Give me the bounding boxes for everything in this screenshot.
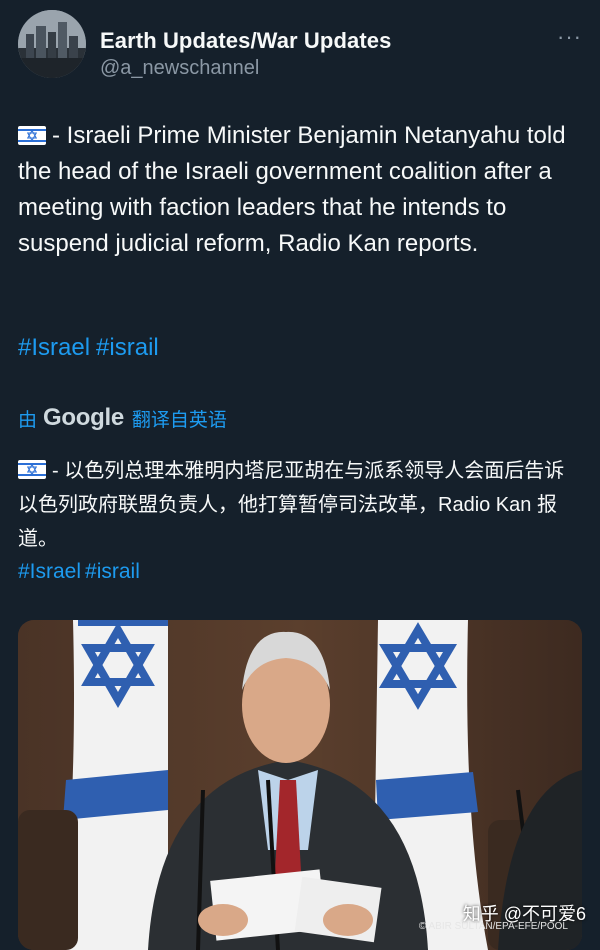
tweet-header: Earth Updates/War Updates @a_newschannel… [18, 10, 582, 82]
google-wordmark: Google [43, 404, 124, 431]
tweet-text: - Israeli Prime Minister Benjamin Netany… [18, 118, 584, 262]
star-of-david-icon [27, 464, 37, 475]
tweet-hashtags: #Israel #israil [18, 334, 165, 362]
google-logo: Google [43, 404, 124, 432]
tweet-body-text: - Israeli Prime Minister Benjamin Netany… [18, 122, 566, 257]
profile-avatar[interactable] [18, 10, 86, 78]
hashtag-link[interactable]: #israil [96, 334, 159, 361]
translated-by-label: 由 [18, 409, 38, 431]
hashtag-link[interactable]: #israil [85, 560, 140, 583]
account-handle[interactable]: @a_newschannel [100, 57, 259, 80]
hashtag-link[interactable]: #Israel [18, 560, 81, 583]
translated-hashtags: #Israel #israil [18, 560, 144, 584]
israel-flag-icon [18, 460, 46, 479]
israel-flag-icon [18, 126, 46, 145]
translated-text: - 以色列总理本雅明内塔尼亚胡在与派系领导人会面后告诉以色列政府联盟负责人，他打… [18, 454, 584, 556]
translation-source-link[interactable]: 翻译自英语 [132, 405, 227, 432]
translated-body-text: - 以色列总理本雅明内塔尼亚胡在与派系领导人会面后告诉以色列政府联盟负责人，他打… [18, 460, 565, 550]
watermark: 知乎 @不可爱6 [462, 904, 586, 924]
city-skyline-avatar-icon [18, 10, 86, 78]
star-of-david-icon [27, 130, 37, 141]
translation-attribution: 由 Google 翻译自英语 [18, 400, 227, 436]
hashtag-link[interactable]: #Israel [18, 334, 90, 361]
more-options-icon[interactable]: ··· [557, 24, 582, 50]
account-name[interactable]: Earth Updates/War Updates [100, 28, 391, 54]
